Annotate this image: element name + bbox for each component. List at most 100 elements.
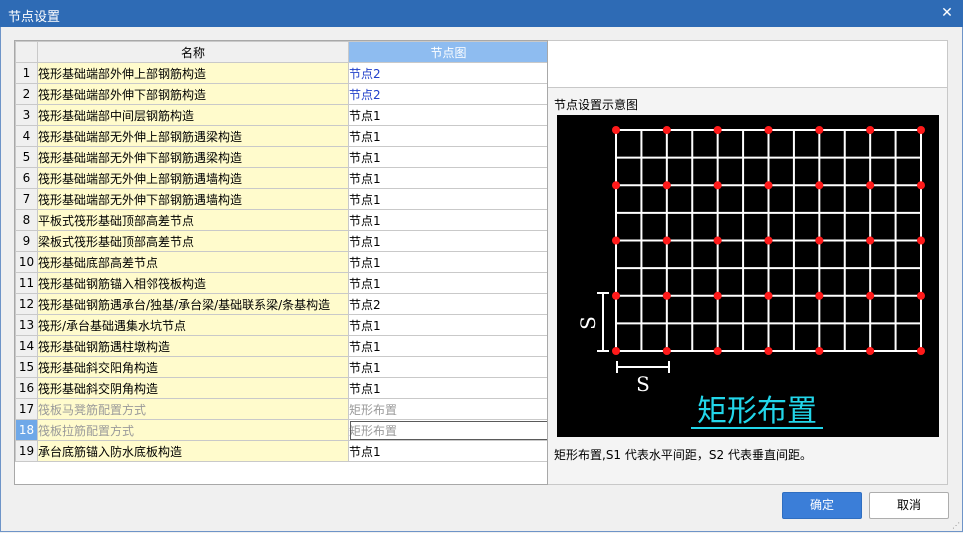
table-row[interactable]: 10 筏形基础底部高差节点 节点1 <box>15 251 547 273</box>
row-number[interactable]: 7 <box>15 188 38 210</box>
node-preview-panel: 节点设置示意图 S S 矩形布置 矩形布置,S1 代表水平间距，S2 代表垂直间… <box>548 88 948 485</box>
row-number[interactable]: 5 <box>15 146 38 168</box>
table-row[interactable]: 17 筏板马凳筋配置方式 矩形布置 <box>15 398 547 420</box>
table-row[interactable]: 14 筏形基础钢筋遇柱墩构造 节点1 <box>15 335 547 357</box>
row-node-value[interactable]: 节点1 <box>348 167 547 189</box>
tie-bar-dot <box>612 291 620 300</box>
row-number[interactable]: 15 <box>15 356 38 378</box>
tie-bar-dot <box>662 347 671 355</box>
row-node-value[interactable]: 节点1 <box>348 377 547 399</box>
tie-bar-dot <box>612 347 620 355</box>
row-name: 筏形基础钢筋遇柱墩构造 <box>37 335 349 357</box>
row-node-value[interactable]: 节点1 <box>348 314 547 336</box>
row-number[interactable]: 9 <box>15 230 38 252</box>
tie-bar-dot <box>866 126 875 134</box>
row-node-value[interactable]: 矩形布置 <box>348 419 547 441</box>
tie-bar-dot <box>713 126 722 134</box>
title-bar: 节点设置 ✕ <box>0 0 963 27</box>
tie-bar-dot <box>713 181 722 190</box>
table-row[interactable]: 12 筏形基础钢筋遇承台/独基/承台梁/基础联系梁/条基构造 节点2 <box>15 293 547 315</box>
table-row[interactable]: 15 筏形基础斜交阳角构造 节点1 <box>15 356 547 378</box>
rebar-grid-diagram: S S 矩形布置 <box>576 126 925 429</box>
table-row[interactable]: 1 筏形基础端部外伸上部钢筋构造 节点2 <box>15 62 547 84</box>
resize-grip-icon[interactable]: ⋰ <box>952 522 960 530</box>
row-node-value[interactable]: 节点1 <box>348 440 547 462</box>
row-node-value[interactable]: 节点1 <box>348 146 547 168</box>
row-number[interactable]: 1 <box>15 62 38 84</box>
row-name: 筏形基础斜交阴角构造 <box>37 377 349 399</box>
table-row[interactable]: 5 筏形基础端部无外伸下部钢筋遇梁构造 节点1 <box>15 146 547 168</box>
table-row[interactable]: 6 筏形基础端部无外伸上部钢筋遇墙构造 节点1 <box>15 167 547 189</box>
row-number[interactable]: 3 <box>15 104 38 126</box>
table-row[interactable]: 13 筏形/承台基础遇集水坑节点 节点1 <box>15 314 547 336</box>
row-node-value[interactable]: 节点1 <box>348 209 547 231</box>
table-row[interactable]: 7 筏形基础端部无外伸下部钢筋遇墙构造 节点1 <box>15 188 547 210</box>
row-name: 筏形基础钢筋锚入相邻筏板构造 <box>37 272 349 294</box>
tie-bar-dot <box>713 236 722 245</box>
row-node-value[interactable]: 节点1 <box>348 272 547 294</box>
row-number[interactable]: 19 <box>15 440 38 462</box>
table-row[interactable]: 3 筏形基础端部中间层钢筋构造 节点1 <box>15 104 547 126</box>
tie-bar-dot <box>866 291 875 300</box>
row-name: 筏板拉筋配置方式 <box>37 419 349 441</box>
row-node-value[interactable]: 节点1 <box>348 188 547 210</box>
node-diagram: S S 矩形布置 <box>557 115 939 437</box>
row-node-value[interactable]: 节点2 <box>348 293 547 315</box>
tie-bar-dot <box>815 236 824 245</box>
row-number[interactable]: 10 <box>15 251 38 273</box>
row-node-value[interactable]: 节点1 <box>348 125 547 147</box>
row-number[interactable]: 2 <box>15 83 38 105</box>
row-node-value[interactable]: 节点1 <box>348 335 547 357</box>
node-column-header[interactable]: 节点图 <box>348 41 547 63</box>
tie-bar-dot <box>917 291 925 300</box>
row-number[interactable]: 16 <box>15 377 38 399</box>
row-name: 筏形基础端部无外伸下部钢筋遇梁构造 <box>37 146 349 168</box>
row-number[interactable]: 14 <box>15 335 38 357</box>
tie-bar-dot <box>662 236 671 245</box>
row-number[interactable]: 8 <box>15 209 38 231</box>
tie-bar-dot <box>662 291 671 300</box>
row-node-value[interactable]: 节点2 <box>348 62 547 84</box>
row-name: 筏形基础底部高差节点 <box>37 251 349 273</box>
horizontal-spacing-label: S <box>636 372 650 396</box>
row-number[interactable]: 6 <box>15 167 38 189</box>
window-title: 节点设置 <box>8 10 61 25</box>
row-name: 筏形基础端部无外伸下部钢筋遇墙构造 <box>37 188 349 210</box>
table-row[interactable]: 11 筏形基础钢筋锚入相邻筏板构造 节点1 <box>15 272 547 294</box>
diagram-caption: 矩形布置 <box>697 394 817 429</box>
row-number[interactable]: 11 <box>15 272 38 294</box>
node-preview-blank-area <box>548 40 948 88</box>
row-node-value[interactable]: 节点1 <box>348 251 547 273</box>
row-name: 筏形基础斜交阳角构造 <box>37 356 349 378</box>
table-row[interactable]: 16 筏形基础斜交阴角构造 节点1 <box>15 377 547 399</box>
row-number[interactable]: 12 <box>15 293 38 315</box>
row-node-value[interactable]: 矩形布置 <box>348 398 547 420</box>
cancel-button[interactable]: 取消 <box>869 492 949 519</box>
tie-bar-dot <box>764 291 773 300</box>
row-name: 梁板式筏形基础顶部高差节点 <box>37 230 349 252</box>
tie-bar-dot <box>815 181 824 190</box>
row-node-value[interactable]: 节点1 <box>348 356 547 378</box>
vertical-spacing-label: S <box>576 316 600 330</box>
preview-label: 节点设置示意图 <box>554 98 639 112</box>
table-row[interactable]: 8 平板式筏形基础顶部高差节点 节点1 <box>15 209 547 231</box>
table-row[interactable]: 18 筏板拉筋配置方式 矩形布置 <box>15 419 547 441</box>
tie-bar-dot <box>917 236 925 245</box>
row-number[interactable]: 4 <box>15 125 38 147</box>
name-column-header[interactable]: 名称 <box>37 41 349 63</box>
tie-bar-dot <box>866 181 875 190</box>
table-row[interactable]: 2 筏形基础端部外伸下部钢筋构造 节点2 <box>15 83 547 105</box>
table-row[interactable]: 4 筏形基础端部无外伸上部钢筋遇梁构造 节点1 <box>15 125 547 147</box>
tie-bar-dot <box>713 291 722 300</box>
ok-button[interactable]: 确定 <box>782 492 862 519</box>
table-row[interactable]: 9 梁板式筏形基础顶部高差节点 节点1 <box>15 230 547 252</box>
tie-bar-dot <box>917 126 925 134</box>
row-number[interactable]: 13 <box>15 314 38 336</box>
row-node-value[interactable]: 节点2 <box>348 83 547 105</box>
row-node-value[interactable]: 节点1 <box>348 230 547 252</box>
table-row[interactable]: 19 承台底筋锚入防水底板构造 节点1 <box>15 440 547 462</box>
row-number[interactable]: 17 <box>15 398 38 420</box>
row-node-value[interactable]: 节点1 <box>348 104 547 126</box>
row-number[interactable]: 18 <box>15 419 38 441</box>
close-icon[interactable]: ✕ <box>937 3 957 23</box>
